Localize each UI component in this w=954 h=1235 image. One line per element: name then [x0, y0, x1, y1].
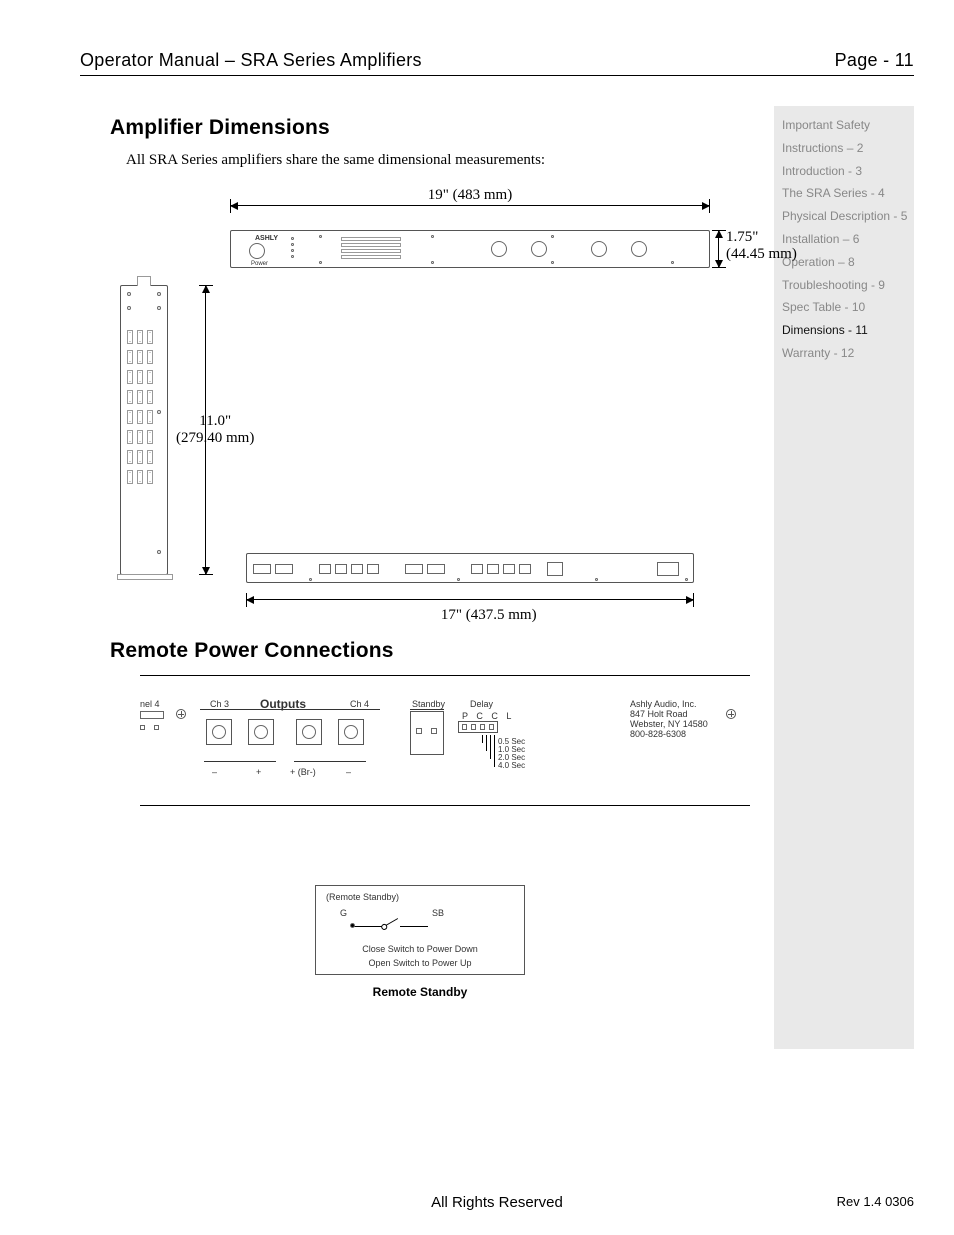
delay-scale: 4.0 Sec [498, 761, 525, 770]
main-content: Amplifier Dimensions All SRA Series ampl… [80, 106, 760, 1049]
standby-detail-title: (Remote Standby) [326, 892, 399, 902]
knob-icon [591, 241, 607, 257]
company-name: Ashly Audio, Inc. [630, 699, 697, 709]
toc-item[interactable]: The SRA Series - 4 [782, 182, 908, 205]
section-heading-dimensions: Amplifier Dimensions [110, 116, 760, 140]
toc-item[interactable]: Troubleshooting - 9 [782, 274, 908, 297]
toc-item[interactable]: Spec Table - 10 [782, 296, 908, 319]
toc-item[interactable]: Warranty - 12 [782, 342, 908, 365]
toc-item-active[interactable]: Dimensions - 11 [782, 319, 908, 342]
power-button-icon [249, 243, 265, 259]
knob-icon [531, 241, 547, 257]
header-rule [80, 75, 914, 76]
figure-remote-standby-detail: (Remote Standby) G SB Close Switch to Po… [315, 885, 525, 1025]
knob-icon [631, 241, 647, 257]
standby-line1: Close Switch to Power Down [316, 944, 524, 954]
label-ch4-clip: nel 4 [140, 699, 160, 709]
polarity-bridge: + (Br-) [290, 767, 316, 777]
dim-rear-width-label: 17" (437.5 mm) [246, 590, 694, 641]
front-panel: ASHLY Power [230, 230, 710, 268]
standby-g: G [340, 908, 347, 918]
side-panel [120, 285, 168, 575]
page-footer: All Rights Reserved Rev 1.4 0306 [80, 1194, 914, 1209]
footer-center: All Rights Reserved [80, 1194, 914, 1211]
toc-item[interactable]: Operation – 8 [782, 251, 908, 274]
polarity-neg: – [212, 767, 217, 777]
standby-caption: Remote Standby [315, 985, 525, 999]
toc-item[interactable]: Installation – 6 [782, 228, 908, 251]
toc-item[interactable]: Physical Description - 5 [782, 205, 908, 228]
figure-amplifier-dimensions: 19" (483 mm) ASHLY Power [110, 185, 750, 615]
label-ch4: Ch 4 [350, 699, 369, 709]
doc-title: Operator Manual – SRA Series Amplifiers [80, 50, 422, 71]
label-delay: Delay [470, 699, 493, 709]
company-addr2: Webster, NY 14580 [630, 719, 708, 729]
toc-item[interactable]: Introduction - 3 [782, 160, 908, 183]
section-heading-remote: Remote Power Connections [110, 639, 760, 663]
rear-panel [246, 553, 694, 583]
figure-remote-panel: nel 4 Ch 3 Outputs Ch 4 – + + (Br-) – [140, 675, 750, 855]
polarity-pos: + [256, 767, 261, 777]
label-standby: Standby [412, 699, 445, 709]
dim-depth-label: 11.0" (279.40 mm) [176, 413, 254, 447]
label-ch3: Ch 3 [210, 699, 229, 709]
dim-height-label: 1.75" (44.45 mm) [726, 229, 797, 263]
standby-sb: SB [432, 908, 444, 918]
standby-line2: Open Switch to Power Up [316, 958, 524, 968]
dim-width-label: 19" (483 mm) [415, 187, 525, 204]
brand-label: ASHLY [255, 235, 278, 242]
company-phone: 800-828-6308 [630, 729, 686, 739]
company-addr1: 847 Holt Road [630, 709, 688, 719]
dimensions-body-text: All SRA Series amplifiers share the same… [126, 152, 760, 169]
polarity-neg: – [346, 767, 351, 777]
toc-item[interactable]: Important Safety Instructions – 2 [782, 114, 908, 160]
knob-icon [491, 241, 507, 257]
label-dip-top: P C C L [462, 711, 514, 721]
page-number: Page - 11 [835, 50, 914, 71]
power-label: Power [251, 261, 268, 267]
